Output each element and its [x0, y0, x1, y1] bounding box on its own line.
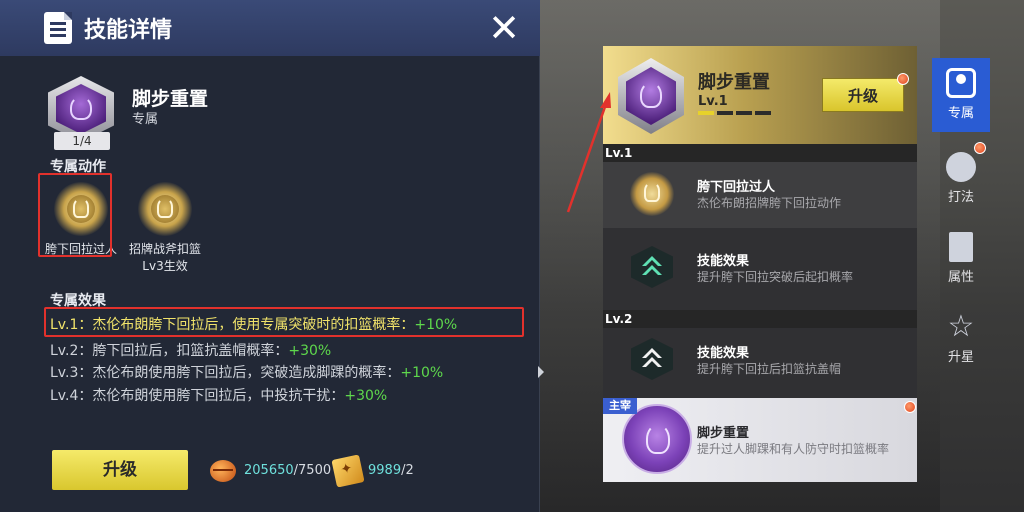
action-item-tomahawk-dunk[interactable]: 招牌战斧扣篮 Lv3生效 [120, 182, 210, 274]
skill-badge-icon [622, 404, 692, 474]
annotation-box-action [38, 173, 112, 257]
level-band-lv2: Lv.2 [603, 310, 917, 328]
level-progress-bar [698, 111, 772, 115]
tab-label: 属性 [947, 270, 974, 285]
basketball-icon [210, 460, 236, 482]
header-upgrade-button[interactable]: 升级 [822, 78, 904, 112]
star-up-icon: ☆ [947, 309, 975, 344]
main-skill-tag: 主宰 [603, 398, 637, 414]
notification-dot-icon [904, 401, 916, 413]
row-title: 胯下回拉过人 [697, 180, 776, 195]
notification-dot-icon [897, 73, 909, 85]
main-skill-title: 脚步重置 [697, 426, 750, 441]
annotation-box-effect [44, 307, 524, 337]
attributes-icon [949, 232, 973, 262]
notification-dot-icon [974, 142, 986, 154]
exclusive-icon [946, 68, 976, 98]
tab-star-up[interactable]: ☆ 升星 [932, 302, 990, 376]
skill-tag: 专属 [132, 112, 159, 127]
tab-label: 专属 [947, 106, 974, 121]
tab-attributes[interactable]: 属性 [932, 222, 990, 296]
level-band-lv1: Lv.1 [603, 144, 917, 162]
tab-label: 升星 [947, 350, 974, 365]
panel-header: 技能详情 ✕ [0, 0, 540, 56]
row-title: 技能效果 [697, 346, 750, 361]
dunk-move-icon [138, 182, 192, 236]
effect-line-lv4: Lv.4：杰伦布朗使用胯下回拉后，中投抗干扰：+30% [50, 388, 388, 404]
header-skill-name: 脚步重置 [698, 72, 770, 93]
action-unlock-level: Lv3生效 [142, 259, 188, 273]
upgrade-button[interactable]: 升级 [52, 450, 188, 490]
action-label: 招牌战斧扣篮 [128, 242, 201, 256]
panel-title: 技能详情 [84, 18, 173, 43]
header-skill-level: Lv.1 [698, 94, 728, 109]
skill-details-panel: 技能详情 ✕ 1/4 脚步重置 专属 专属动作 胯下回拉过人 招牌战斧扣篮 Lv… [0, 0, 544, 512]
close-button[interactable]: ✕ [484, 8, 524, 48]
row-title: 技能效果 [697, 254, 750, 269]
skill-badge-icon [618, 58, 684, 134]
row-desc: 提升胯下回拉突破后起扣概率 [697, 270, 854, 284]
resource-basketball: 205650/7500 [244, 463, 332, 478]
skill-count: 1/4 [54, 132, 110, 150]
tab-label: 打法 [947, 190, 974, 205]
effect-line-lv2: Lv.2：胯下回拉后，扣篮抗盖帽概率：+30% [50, 343, 332, 359]
resource-skill-card: 9989/2 [368, 463, 414, 478]
tab-exclusive[interactable]: 专属 [932, 58, 990, 132]
document-icon [44, 12, 72, 44]
dribble-move-icon [630, 172, 674, 216]
effect-line-lv3: Lv.3：杰伦布朗使用胯下回拉后，突破造成脚踝的概率：+10% [50, 365, 444, 381]
main-skill-desc: 提升过人脚踝和有人防守时扣篮概率 [697, 442, 890, 456]
skill-name: 脚步重置 [132, 88, 209, 110]
row-desc: 杰伦布朗招牌胯下回拉动作 [697, 196, 842, 210]
playstyle-icon [946, 152, 976, 182]
expand-arrow-icon[interactable] [538, 366, 544, 378]
skill-card-icon [331, 454, 365, 488]
row-desc: 提升胯下回拉后扣篮抗盖帽 [697, 362, 842, 376]
